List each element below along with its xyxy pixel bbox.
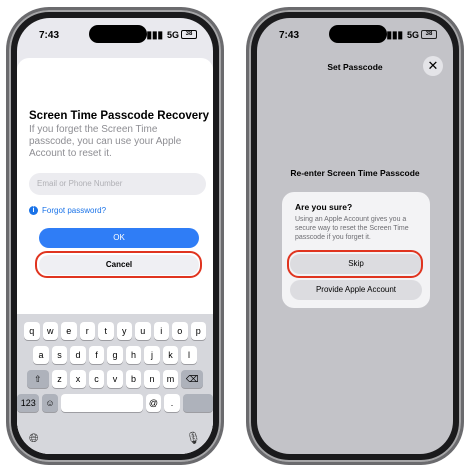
key-o[interactable]: o <box>172 322 188 340</box>
key-b[interactable]: b <box>125 370 142 388</box>
page-title: Screen Time Passcode Recovery <box>29 110 210 122</box>
keyboard: qwertyuiop asdfghjkl ⇧ zxcvbnm ⌫ 123 ☺ @… <box>17 314 213 454</box>
close-button[interactable]: ✕ <box>423 56 443 76</box>
right-screen: 7:43 ▮▮▮ 5G 38 Set Passcode ✕ Re-enter S… <box>257 18 453 454</box>
alert-title: Are you sure? <box>295 202 353 212</box>
key-x[interactable]: x <box>70 370 86 388</box>
return-key[interactable] <box>182 394 213 412</box>
key-e[interactable]: e <box>61 322 77 340</box>
network-label: 5G <box>406 30 419 40</box>
keyboard-row-4: 123 ☺ @ . <box>17 394 213 412</box>
battery-icon: 38 <box>421 30 437 39</box>
key-p[interactable]: p <box>190 322 206 340</box>
key-l[interactable]: l <box>181 346 197 364</box>
dynamic-island <box>89 25 147 43</box>
status-bar: 7:43 ▮▮▮ 5G 38 <box>17 18 213 48</box>
key-q[interactable]: q <box>24 322 40 340</box>
key-s[interactable]: s <box>51 346 68 364</box>
keyboard-row-2: asdfghjkl <box>17 346 213 364</box>
highlight-outline <box>287 250 423 278</box>
globe-icon[interactable]: 🌐︎ <box>29 431 39 446</box>
key-w[interactable]: w <box>42 322 58 340</box>
key-n[interactable]: n <box>144 370 160 388</box>
status-time: 7:43 <box>279 30 300 41</box>
at-key[interactable]: @ <box>145 394 162 412</box>
forgot-password-label: Forgot password? <box>42 206 107 215</box>
key-a[interactable]: a <box>33 346 49 364</box>
dot-key[interactable]: . <box>164 394 180 412</box>
delete-key[interactable]: ⌫ <box>181 370 204 388</box>
space-key[interactable] <box>60 394 143 412</box>
highlight-outline <box>35 251 202 278</box>
key-h[interactable]: h <box>125 346 142 364</box>
alert-message: Using an Apple Account gives you a secur… <box>295 216 409 241</box>
signal-icon: ▮▮▮ <box>146 30 163 41</box>
network-label: 5G <box>166 30 179 40</box>
key-d[interactable]: d <box>70 346 86 364</box>
numbers-key[interactable]: 123 <box>17 394 40 412</box>
key-m[interactable]: m <box>162 370 179 388</box>
key-v[interactable]: v <box>107 370 123 388</box>
info-icon: i <box>29 206 38 215</box>
key-j[interactable]: j <box>144 346 160 364</box>
status-time: 7:43 <box>39 30 60 41</box>
keyboard-row-3: ⇧ zxcvbnm ⌫ <box>17 370 213 388</box>
reenter-label: Re-enter Screen Time Passcode <box>290 168 420 178</box>
keyboard-row-1: qwertyuiop <box>17 322 213 340</box>
key-r[interactable]: r <box>79 322 95 340</box>
key-i[interactable]: i <box>153 322 169 340</box>
forgot-password-link[interactable]: i Forgot password? <box>29 206 106 215</box>
battery-icon: 38 <box>181 30 197 39</box>
status-bar: 7:43 ▮▮▮ 5G 38 <box>257 18 453 48</box>
close-icon: ✕ <box>427 58 439 73</box>
key-u[interactable]: u <box>135 322 151 340</box>
description-text: If you forget the Screen Time passcode, … <box>29 124 182 159</box>
right-phone: 7:43 ▮▮▮ 5G 38 Set Passcode ✕ Re-enter S… <box>249 10 461 462</box>
dynamic-island <box>329 25 387 43</box>
provide-account-button[interactable]: Provide Apple Account <box>290 280 422 300</box>
key-z[interactable]: z <box>51 370 68 388</box>
key-c[interactable]: c <box>88 370 105 388</box>
key-g[interactable]: g <box>107 346 123 364</box>
key-y[interactable]: y <box>116 322 132 340</box>
confirmation-alert: Are you sure? Using an Apple Account giv… <box>282 192 430 308</box>
left-screen: 7:43 ▮▮▮ 5G 38 Screen Time Passcode Reco… <box>17 18 213 454</box>
microphone-icon[interactable]: 🎙︎ <box>186 431 201 445</box>
letter-keys: zxcvbnm <box>51 370 179 388</box>
left-phone: 7:43 ▮▮▮ 5G 38 Screen Time Passcode Reco… <box>9 10 221 462</box>
shift-key[interactable]: ⇧ <box>26 370 49 388</box>
ok-button[interactable]: OK <box>39 228 199 248</box>
key-k[interactable]: k <box>162 346 179 364</box>
signal-icon: ▮▮▮ <box>386 30 403 41</box>
key-t[interactable]: t <box>98 322 114 340</box>
emoji-key[interactable]: ☺ <box>42 394 58 412</box>
email-field[interactable]: Email or Phone Number <box>29 173 206 195</box>
key-f[interactable]: f <box>88 346 105 364</box>
